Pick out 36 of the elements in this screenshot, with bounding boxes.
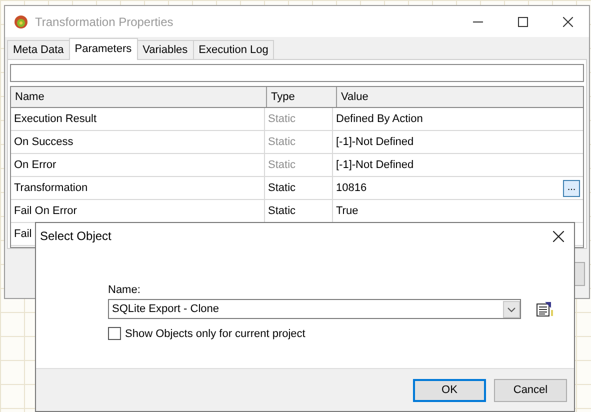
tab[interactable]: Parameters	[68, 38, 138, 60]
table-cell: 10816	[336, 182, 367, 194]
table-cell: [-1]-Not Defined	[336, 159, 414, 171]
dialog-button[interactable]: Cancel	[494, 378, 567, 402]
browse-button[interactable]: ...	[563, 180, 580, 196]
table-cell: [-1]-Not Defined	[336, 136, 414, 148]
properties-list-icon[interactable]	[536, 301, 554, 317]
table-cell: Fail	[14, 228, 32, 240]
checkbox-label: Show Objects only for current project	[125, 328, 306, 340]
tab[interactable]: Execution Log	[192, 40, 274, 59]
table-cell: Transformation	[14, 182, 88, 194]
chevron-down-icon[interactable]	[503, 300, 520, 318]
close-icon[interactable]	[563, 16, 573, 26]
table-cell: Static	[268, 159, 296, 171]
table-cell: Execution Result	[14, 113, 97, 125]
table-cell: True	[336, 205, 358, 217]
table-cell: Static	[268, 136, 296, 148]
table-cell: On Error	[14, 159, 56, 171]
dialog-title: Select Object	[40, 229, 112, 243]
table-cell: Static	[268, 113, 296, 125]
checkbox[interactable]	[108, 327, 121, 340]
name-dropdown[interactable]: SQLite Export - Clone	[108, 299, 521, 319]
column-header: Type	[267, 87, 337, 107]
dialog-button[interactable]: OK	[413, 378, 486, 402]
tab[interactable]: Meta Data	[7, 40, 70, 59]
table-cell: Static	[268, 205, 296, 217]
table-cell: On Success	[14, 136, 74, 148]
table-cell: Fail On Error	[14, 205, 77, 217]
window-title: Transformation Properties	[35, 14, 174, 28]
table-cell: Static	[268, 182, 296, 194]
table-cell: Defined By Action	[336, 113, 423, 125]
name-label: Name:	[108, 284, 142, 296]
column-header: Value	[340, 90, 370, 105]
column-header: Name	[11, 87, 267, 107]
maximize-icon[interactable]	[518, 16, 528, 26]
close-icon[interactable]	[553, 230, 564, 242]
